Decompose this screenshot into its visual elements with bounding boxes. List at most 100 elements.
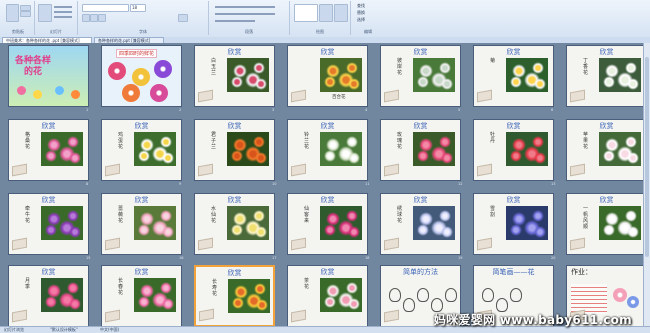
slide-number: 12 <box>458 182 463 186</box>
slide-number: 20 <box>551 256 556 260</box>
flower-bloom-icon <box>625 62 637 74</box>
flower-photo-icon <box>108 62 126 80</box>
new-slide-button[interactable] <box>38 4 52 22</box>
slide-thumbnail[interactable]: 欣赏 格桑花 <box>8 119 89 181</box>
slide-thumbnail[interactable]: 欣赏 玫瑰花 <box>380 119 461 181</box>
shapes-gallery[interactable] <box>294 4 318 22</box>
italic-button[interactable] <box>90 14 98 22</box>
flower-bloom-icon <box>67 210 79 222</box>
flower-bloom-icon <box>532 136 544 148</box>
replace-button[interactable]: 替换 <box>357 10 365 16</box>
slide-thumbnail[interactable]: 欣赏 蔷薇花 <box>101 193 182 255</box>
slide-thumbnail[interactable]: 欣赏 茶花 <box>287 265 368 327</box>
paste-button[interactable] <box>6 4 19 22</box>
slide-thumbnail[interactable]: 欣赏 仙客来 <box>287 193 368 255</box>
flower-bloom-icon <box>417 76 429 88</box>
slide-thumbnail[interactable]: 欣赏 牵牛花 <box>8 193 89 255</box>
flower-photo <box>320 206 362 240</box>
slide-title: 各种各样的花 <box>14 56 51 77</box>
slide-thumbnail[interactable]: 欣赏 彼岸花 <box>380 45 461 107</box>
quick-styles-button[interactable] <box>334 4 348 22</box>
flower-bloom-icon <box>348 78 360 90</box>
book-decoration-icon <box>291 309 306 323</box>
flower-bloom-icon <box>439 62 451 74</box>
slide-number: 13 <box>551 182 556 186</box>
find-button[interactable]: 查找 <box>357 3 365 9</box>
slide-thumbnail[interactable]: 各种各样的花 <box>8 45 89 107</box>
flower-bloom-icon <box>603 76 615 88</box>
flower-photo <box>506 206 548 240</box>
flower-photo <box>227 132 269 166</box>
slide-number: 16 <box>179 256 184 260</box>
slide-thumbnail[interactable]: 欣赏 君子兰 <box>194 119 275 181</box>
slide-thumbnail[interactable]: 欣赏 白玉兰 <box>194 45 275 107</box>
flower-photo <box>134 278 176 312</box>
copy-icon[interactable] <box>20 11 31 17</box>
slide-thumbnail[interactable]: 欣赏 苹果花 <box>566 119 647 181</box>
slide-thumbnail[interactable]: 欣赏 长寿花 <box>194 265 275 327</box>
flower-name-label: 铃兰花 <box>304 132 310 150</box>
flower-bloom-icon <box>346 62 358 74</box>
book-decoration-icon <box>384 309 399 323</box>
flower-photo <box>599 206 641 240</box>
arrange-button[interactable] <box>319 4 333 22</box>
slide-thumbnail[interactable]: 欣赏 一帆风顺 <box>566 193 647 255</box>
book-decoration-icon <box>291 237 306 251</box>
flower-bloom-icon <box>348 152 360 164</box>
flower-bloom-icon <box>162 226 174 238</box>
slide-thumbnail[interactable]: 欣赏菊 <box>473 45 554 107</box>
slide-thumbnail[interactable]: 欣赏 铃兰花 <box>287 119 368 181</box>
flower-bloom-icon <box>253 62 265 74</box>
slide-number: 19 <box>458 256 463 260</box>
ribbon: 剪贴板 幻灯片 18 字体 段落 绘图 查找 替换 选择 编辑 <box>0 0 650 38</box>
slide-thumbnail[interactable]: 欣赏 长春花 <box>101 265 182 327</box>
slide-title: 作业： <box>571 268 592 276</box>
slide-title: 欣赏 <box>506 48 521 56</box>
homework-text-block <box>571 284 607 314</box>
slide-thumbnail[interactable]: 欣赏 绣球花 <box>380 193 461 255</box>
flower-bloom-icon <box>346 210 358 222</box>
flower-photo <box>320 132 362 166</box>
vertical-scrollbar[interactable] <box>643 43 650 326</box>
clipboard-group: 剪贴板 <box>2 1 35 35</box>
flower-bloom-icon <box>232 297 244 309</box>
slide-thumbnail[interactable]: 欣赏 百合花 <box>287 45 368 107</box>
flower-photo-icon <box>154 60 172 78</box>
underline-button[interactable] <box>98 14 106 22</box>
flower-decoration-icon <box>71 90 80 99</box>
scrollbar-thumb[interactable] <box>645 57 649 257</box>
flower-name-label: 雪割 <box>490 206 496 218</box>
flower-photo <box>599 132 641 166</box>
book-decoration-icon <box>12 309 27 323</box>
flower-decoration-icon <box>55 86 64 95</box>
flower-bloom-icon <box>231 150 243 162</box>
font-color-button[interactable] <box>178 14 188 22</box>
slide-sorter-grid: 各种各样的花 1 四季四时的鲜花 2 欣赏 白玉兰 3 欣赏 百合花 4 欣赏 彼岸花 5 欣赏菊 6 欣赏丁… <box>0 43 648 332</box>
select-button[interactable]: 选择 <box>357 17 365 23</box>
flower-name-label: 水仙花 <box>211 206 217 224</box>
slide-thumbnail[interactable]: 四季四时的鲜花 <box>101 45 182 107</box>
slide-thumbnail[interactable]: 欣赏 鸡蛋花 <box>101 119 182 181</box>
flower-bloom-icon <box>627 78 639 90</box>
slide-title: 欣赏 <box>413 48 428 56</box>
flower-photo <box>134 132 176 166</box>
slide-thumbnail[interactable]: 欣赏 月季 <box>8 265 89 327</box>
flower-photo <box>413 58 455 92</box>
bold-button[interactable] <box>82 14 90 22</box>
slide-thumbnail[interactable]: 欣赏 牡丹 <box>473 119 554 181</box>
paragraph-group: 段落 <box>209 1 290 35</box>
font-family-select[interactable] <box>82 4 129 12</box>
slide-thumbnail[interactable]: 欣赏 雪割 <box>473 193 554 255</box>
flower-bloom-icon <box>627 226 639 238</box>
book-decoration-icon <box>477 237 492 251</box>
slide-number: 11 <box>365 182 370 186</box>
flower-bloom-icon <box>231 224 243 236</box>
flower-photo <box>227 58 269 92</box>
slide-title: 欣赏 <box>506 122 521 130</box>
flower-bloom-icon <box>45 224 57 236</box>
slide-thumbnail[interactable]: 欣赏 水仙花 <box>194 193 275 255</box>
slide-thumbnail[interactable]: 欣赏 丁香花 <box>566 45 647 107</box>
flower-name-label: 月季 <box>25 278 31 290</box>
flower-photo <box>413 206 455 240</box>
book-decoration-icon <box>384 163 399 177</box>
